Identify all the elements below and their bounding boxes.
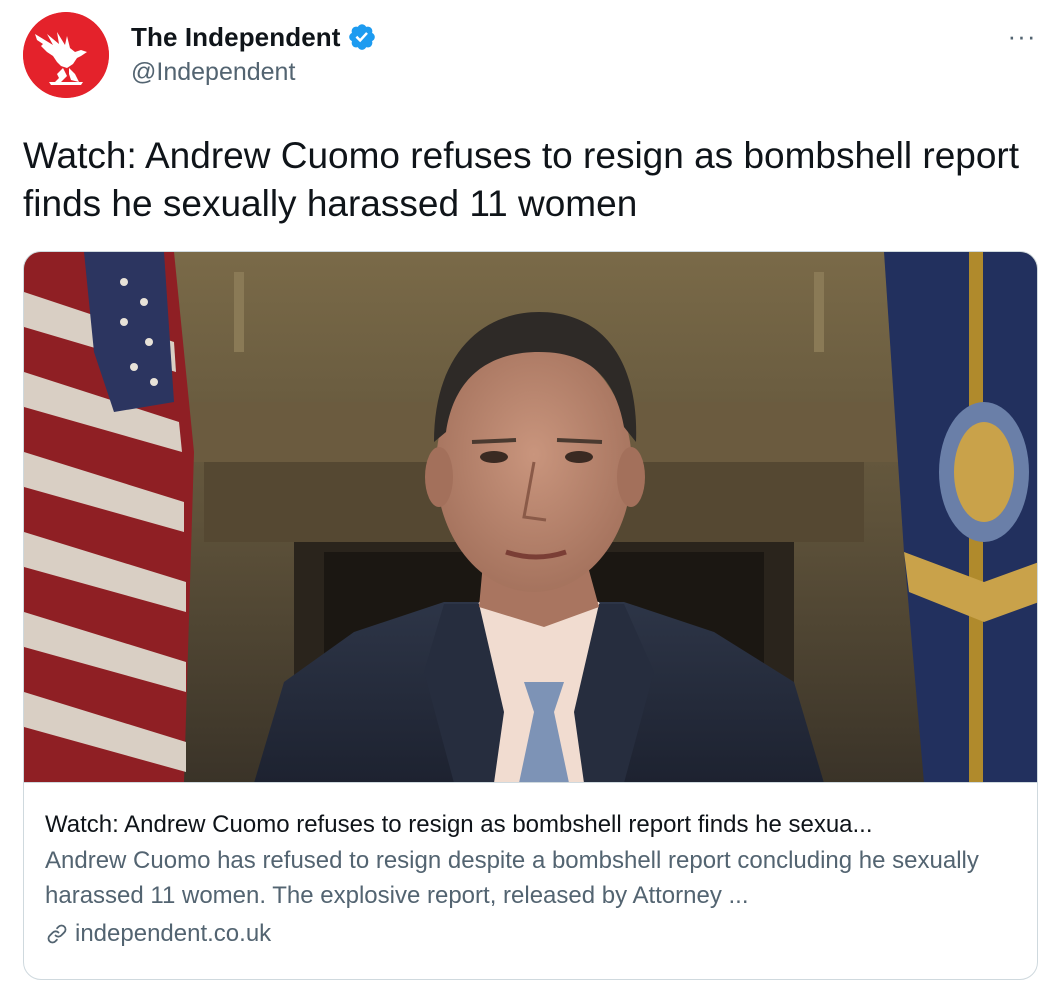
tweet-text: Watch: Andrew Cuomo refuses to resign as… (23, 135, 1020, 224)
card-title[interactable]: Watch: Andrew Cuomo refuses to resign as… (45, 809, 1025, 841)
link-icon (45, 922, 69, 946)
card-description: Andrew Cuomo has refused to resign despi… (45, 847, 979, 909)
card-domain-row[interactable]: independent.co.uk (45, 918, 1025, 950)
card-photo (24, 252, 1037, 782)
tweet: The Independent @Independent ··· Watch: … (0, 0, 1064, 1006)
link-card[interactable]: Watch: Andrew Cuomo refuses to resign as… (23, 251, 1038, 980)
eagle-logo-icon (23, 12, 109, 98)
author-name-row: The Independent (131, 20, 377, 54)
card-image[interactable] (24, 252, 1037, 783)
more-horizontal-icon[interactable]: ··· (1002, 23, 1042, 49)
card-domain: independent.co.uk (75, 920, 272, 947)
card-body: Watch: Andrew Cuomo refuses to resign as… (45, 809, 1025, 950)
author-handle[interactable]: @Independent (131, 58, 295, 87)
author-name[interactable]: The Independent (131, 22, 341, 53)
avatar[interactable] (23, 12, 109, 98)
verified-badge-icon (348, 24, 375, 50)
